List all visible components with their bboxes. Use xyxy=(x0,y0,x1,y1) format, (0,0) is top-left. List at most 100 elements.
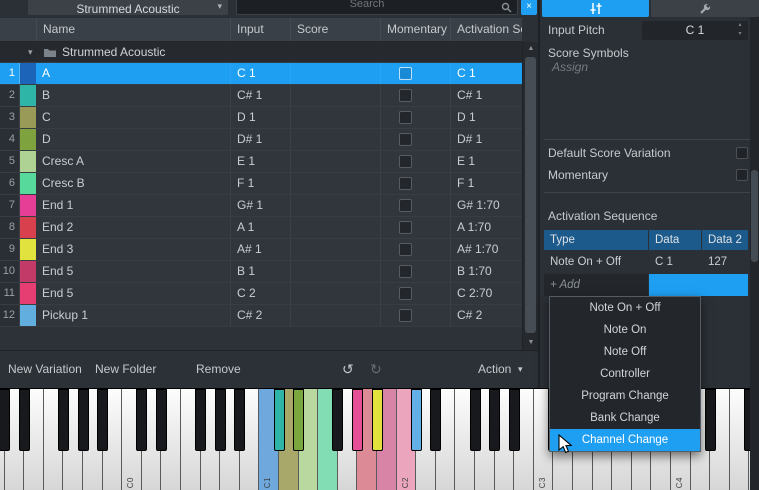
color-swatch[interactable] xyxy=(20,173,36,194)
color-swatch[interactable] xyxy=(20,283,36,304)
momentary-checkbox[interactable] xyxy=(399,89,412,102)
table-row[interactable]: 3 C D 1 D 1 xyxy=(0,107,522,129)
panel-scrollbar[interactable] xyxy=(750,17,759,490)
scrollbar-thumb[interactable] xyxy=(525,57,536,333)
table-scrollbar[interactable]: ▲ ▼ xyxy=(522,42,538,350)
piano-key-F#1[interactable] xyxy=(332,389,344,451)
momentary-checkbox[interactable] xyxy=(399,265,412,278)
menu-item[interactable]: Bank Change xyxy=(550,407,700,429)
piano-key-C#2[interactable] xyxy=(410,389,422,451)
table-row[interactable]: 7 End 1 G# 1 G# 1:70 xyxy=(0,195,522,217)
piano-key-A#-1[interactable] xyxy=(97,389,109,451)
piano-key-C#1[interactable] xyxy=(273,389,285,451)
seq-data2[interactable]: 127 xyxy=(708,252,727,272)
menu-item[interactable]: Note On + Off xyxy=(550,297,700,319)
table-row[interactable]: 8 End 2 A 1 A 1:70 xyxy=(0,217,522,239)
seq-header-data[interactable]: Data xyxy=(649,230,701,250)
momentary-checkbox[interactable] xyxy=(399,199,412,212)
action-button[interactable]: Action xyxy=(478,351,511,388)
menu-item[interactable]: Program Change xyxy=(550,385,700,407)
color-swatch[interactable] xyxy=(20,261,36,282)
table-row[interactable]: 1 A C 1 C 1 xyxy=(0,63,522,85)
momentary-checkbox[interactable] xyxy=(399,177,412,190)
remove-button[interactable]: Remove xyxy=(196,351,241,388)
piano-key-A#1[interactable] xyxy=(371,389,383,451)
menu-item[interactable]: Controller xyxy=(550,363,700,385)
folder-row[interactable]: ▾ Strummed Acoustic xyxy=(0,42,522,63)
piano-key-D#-1[interactable] xyxy=(18,389,30,451)
panel-scrollbar-thumb[interactable] xyxy=(751,170,758,262)
action-dropdown-arrow-icon[interactable]: ▾ xyxy=(518,351,523,388)
momentary-checkbox[interactable] xyxy=(399,133,412,146)
table-row[interactable]: 12 Pickup 1 C# 2 C# 2 xyxy=(0,305,522,327)
table-row[interactable]: 9 End 3 A# 1 A# 1:70 xyxy=(0,239,522,261)
color-swatch[interactable] xyxy=(20,107,36,128)
expand-arrow-icon[interactable]: ▾ xyxy=(28,42,33,63)
color-swatch[interactable] xyxy=(20,151,36,172)
header-input[interactable]: Input xyxy=(230,18,290,41)
table-row[interactable]: 2 B C# 1 C# 1 xyxy=(0,85,522,107)
search-input[interactable]: Search xyxy=(236,0,518,15)
close-search-button[interactable]: × xyxy=(521,0,537,15)
piano-key-G#-1[interactable] xyxy=(77,389,89,451)
piano-key-F#-1[interactable] xyxy=(57,389,69,451)
piano-key-G#0[interactable] xyxy=(214,389,226,451)
table-row[interactable]: 4 D D# 1 D# 1 xyxy=(0,129,522,151)
seq-type[interactable]: Note On + Off xyxy=(550,252,621,272)
assign-field[interactable]: Assign xyxy=(552,60,588,74)
color-swatch[interactable] xyxy=(20,85,36,106)
menu-item[interactable]: Note On xyxy=(550,319,700,341)
add-step-button[interactable]: + Add xyxy=(544,274,648,296)
piano-key-D#0[interactable] xyxy=(155,389,167,451)
tab-variations[interactable] xyxy=(542,0,649,17)
header-name[interactable]: Name xyxy=(36,18,230,41)
color-swatch[interactable] xyxy=(20,129,36,150)
piano-key-G#2[interactable] xyxy=(489,389,501,451)
header-activation[interactable]: Activation Se xyxy=(450,18,522,41)
piano-key-A#2[interactable] xyxy=(508,389,520,451)
color-swatch[interactable] xyxy=(20,195,36,216)
add-step-value-field[interactable] xyxy=(649,274,748,296)
table-row[interactable]: 5 Cresc A E 1 E 1 xyxy=(0,151,522,173)
piano-key-F#2[interactable] xyxy=(469,389,481,451)
default-score-variation-value[interactable] xyxy=(736,147,748,159)
preset-dropdown[interactable]: Strummed Acoustic ▾ xyxy=(28,0,228,15)
piano-key-C#-1[interactable] xyxy=(0,389,11,451)
undo-icon[interactable]: ↺ xyxy=(342,351,354,388)
piano-key-G#1[interactable] xyxy=(351,389,363,451)
input-pitch-value[interactable]: C 1 ▴ ▾ xyxy=(642,21,748,40)
momentary-checkbox[interactable] xyxy=(399,155,412,168)
piano-key-D#2[interactable] xyxy=(430,389,442,451)
piano-key-F#4[interactable] xyxy=(743,389,750,451)
seq-data[interactable]: C 1 xyxy=(655,252,673,272)
momentary-checkbox[interactable] xyxy=(399,111,412,124)
redo-icon[interactable]: ↻ xyxy=(370,351,382,388)
new-folder-button[interactable]: New Folder xyxy=(95,351,156,388)
color-swatch[interactable] xyxy=(20,217,36,238)
scroll-down-icon[interactable]: ▼ xyxy=(523,336,539,350)
tab-settings[interactable] xyxy=(651,0,759,17)
seq-header-data2[interactable]: Data 2 xyxy=(702,230,748,250)
table-row[interactable]: 6 Cresc B F 1 F 1 xyxy=(0,173,522,195)
header-momentary[interactable]: Momentary xyxy=(380,18,450,41)
table-row[interactable]: 10 End 5 B 1 B 1:70 xyxy=(0,261,522,283)
momentary-checkbox[interactable] xyxy=(399,309,412,322)
color-swatch[interactable] xyxy=(20,239,36,260)
new-variation-button[interactable]: New Variation xyxy=(8,351,82,388)
momentary-checkbox[interactable] xyxy=(399,287,412,300)
color-swatch[interactable] xyxy=(20,305,36,326)
table-row[interactable]: 11 End 5 C 2 C 2:70 xyxy=(0,283,522,305)
piano-key-A#0[interactable] xyxy=(234,389,246,451)
seq-header-type[interactable]: Type xyxy=(544,230,648,250)
piano-key-C#0[interactable] xyxy=(136,389,148,451)
momentary-checkbox[interactable] xyxy=(399,67,412,80)
momentary-checkbox[interactable] xyxy=(736,169,748,181)
menu-item[interactable]: Note Off xyxy=(550,341,700,363)
momentary-checkbox[interactable] xyxy=(399,243,412,256)
piano-key-D#4[interactable] xyxy=(704,389,716,451)
header-score[interactable]: Score xyxy=(290,18,380,41)
spinner-icon[interactable]: ▴ ▾ xyxy=(735,21,745,40)
scroll-up-icon[interactable]: ▲ xyxy=(523,42,539,56)
piano-key-D#1[interactable] xyxy=(293,389,305,451)
color-swatch[interactable] xyxy=(20,63,36,84)
